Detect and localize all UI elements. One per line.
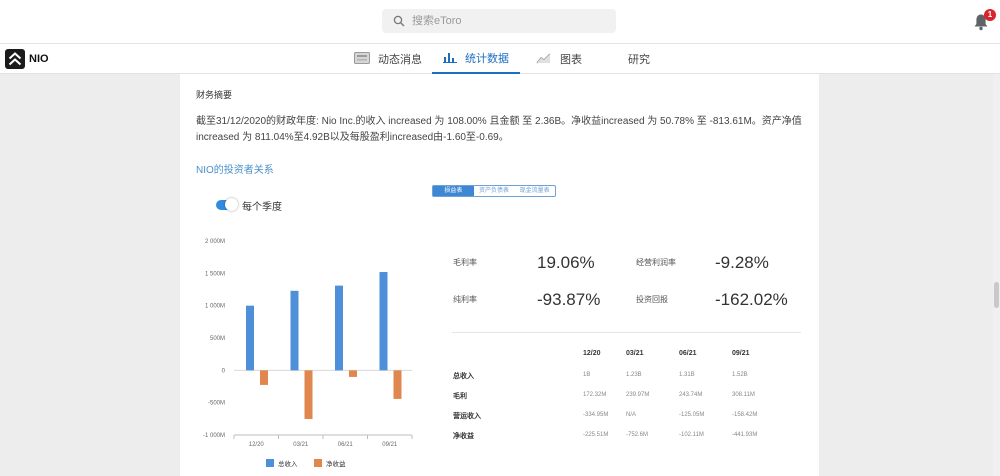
tab-label: 统计数据 [465, 53, 509, 65]
instrument-nav: NIO 动态消息 统计数据 图表 研究 [0, 44, 1000, 74]
tab-income-statement[interactable]: 损益表 [433, 186, 474, 196]
revenue-bar [335, 285, 343, 371]
table-cell: 243.74M [679, 392, 703, 398]
metric-value: 19.06% [537, 253, 595, 272]
metrics-divider [452, 332, 801, 333]
net-income-bar [393, 370, 402, 399]
bar-stats-icon [443, 51, 457, 66]
legend-swatch [266, 459, 274, 467]
table-cell: -125.05M [679, 412, 705, 418]
toggle-knob [225, 198, 238, 211]
table-cell: -752.6M [626, 432, 649, 438]
net-income-bar [349, 370, 357, 377]
toggle-label: 每个季度 [242, 202, 282, 213]
tab-chart[interactable]: 图表 [536, 44, 582, 74]
net-income-bar [260, 370, 268, 385]
line-chart-icon [536, 52, 552, 67]
table-row-label: 营运收入 [453, 413, 481, 420]
tab-label: 图表 [560, 54, 582, 66]
x-tick-label: 09/21 [382, 442, 398, 448]
metric-value: -162.02% [715, 290, 788, 309]
table-header: 03/21 [626, 350, 644, 357]
top-bar: 1 [0, 0, 1000, 44]
tab-label: 动态消息 [378, 54, 422, 66]
nio-logo [5, 49, 25, 69]
metric-label: 经营利润率 [636, 258, 676, 267]
page-scrollbar[interactable] [993, 74, 1000, 476]
table-cell: -102.11M [679, 432, 704, 438]
quarterly-toggle[interactable] [216, 198, 238, 211]
table-header: 09/21 [732, 350, 750, 357]
revenue-bar [379, 272, 388, 371]
table-cell: 172.32M [583, 392, 607, 398]
table-cell: -441.93M [732, 432, 758, 438]
tab-news-feed[interactable]: 动态消息 [354, 44, 422, 74]
notification-badge: 1 [984, 9, 996, 21]
table-cell: -225.51M [583, 432, 609, 438]
table-cell: 1.52B [732, 372, 748, 378]
tab-balance-sheet[interactable]: 资产负债表 [474, 186, 515, 196]
metric-value: -9.28% [715, 253, 769, 272]
legend-label: 净收益 [326, 459, 346, 468]
search-input[interactable] [412, 15, 602, 27]
metric-label: 纯利率 [453, 295, 477, 304]
table-row-label: 净收益 [453, 433, 474, 440]
table-cell: 308.11M [732, 392, 755, 398]
revenue-bar [246, 305, 254, 371]
table-header: 12/20 [583, 350, 601, 357]
table-cell: -334.95M [583, 412, 609, 418]
y-tick-label: -500M [208, 401, 225, 407]
metric-label: 毛利率 [453, 258, 477, 267]
financial-summary-card: 财务摘要 截至31/12/2020的财政年度: Nio Inc.的收入 incr… [180, 74, 819, 476]
y-tick-label: 1 500M [205, 271, 225, 277]
financial-summary-text: 截至31/12/2020的财政年度: Nio Inc.的收入 increased… [196, 116, 802, 143]
table-header: 06/21 [679, 350, 697, 357]
statement-switcher: 损益表 资产负债表 现金流量表 [432, 185, 556, 197]
legend-swatch [314, 459, 322, 467]
section-title: 财务摘要 [196, 90, 233, 100]
y-tick-label: 0 [222, 368, 226, 374]
instrument-ticker: NIO [29, 53, 49, 65]
table-cell: 1.31B [679, 372, 695, 378]
x-tick-label: 12/20 [249, 442, 265, 448]
metric-label: 投资回报 [636, 295, 668, 304]
table-row-label: 总收入 [453, 373, 474, 380]
search-box[interactable] [382, 9, 616, 33]
y-tick-label: 500M [210, 336, 225, 342]
x-tick-label: 06/21 [338, 442, 354, 448]
net-income-bar [304, 370, 313, 420]
search-icon [393, 15, 405, 27]
scrollbar-thumb[interactable] [994, 282, 999, 308]
table-cell: 239.97M [626, 392, 650, 398]
y-tick-label: 1 000M [205, 304, 225, 310]
tab-label: 研究 [628, 54, 650, 66]
table-cell: 1.23B [626, 372, 642, 378]
investor-relations-link[interactable]: NIO的投资者关系 [196, 161, 274, 176]
table-cell: N/A [626, 412, 637, 418]
tab-research[interactable]: 研究 [628, 44, 650, 74]
y-tick-label: -1 000M [203, 433, 225, 439]
news-feed-icon [354, 51, 370, 67]
y-tick-label: 2 000M [205, 239, 225, 245]
table-row-label: 毛利 [453, 393, 467, 400]
table-cell: -158.42M [732, 412, 758, 418]
tab-cash-flow[interactable]: 现金流量表 [514, 186, 555, 196]
table-cell: 1B [583, 372, 591, 378]
revenue-bar [290, 290, 299, 371]
x-tick-label: 03/21 [293, 442, 309, 448]
revenue-netincome-chart: 2 000M 1 500M 1 000M 500M 0 -500M -1 000M 12/20… [203, 239, 413, 468]
legend-label: 总收入 [278, 459, 298, 468]
tab-statistics[interactable]: 统计数据 [432, 44, 520, 74]
metric-value: -93.87% [537, 290, 601, 309]
